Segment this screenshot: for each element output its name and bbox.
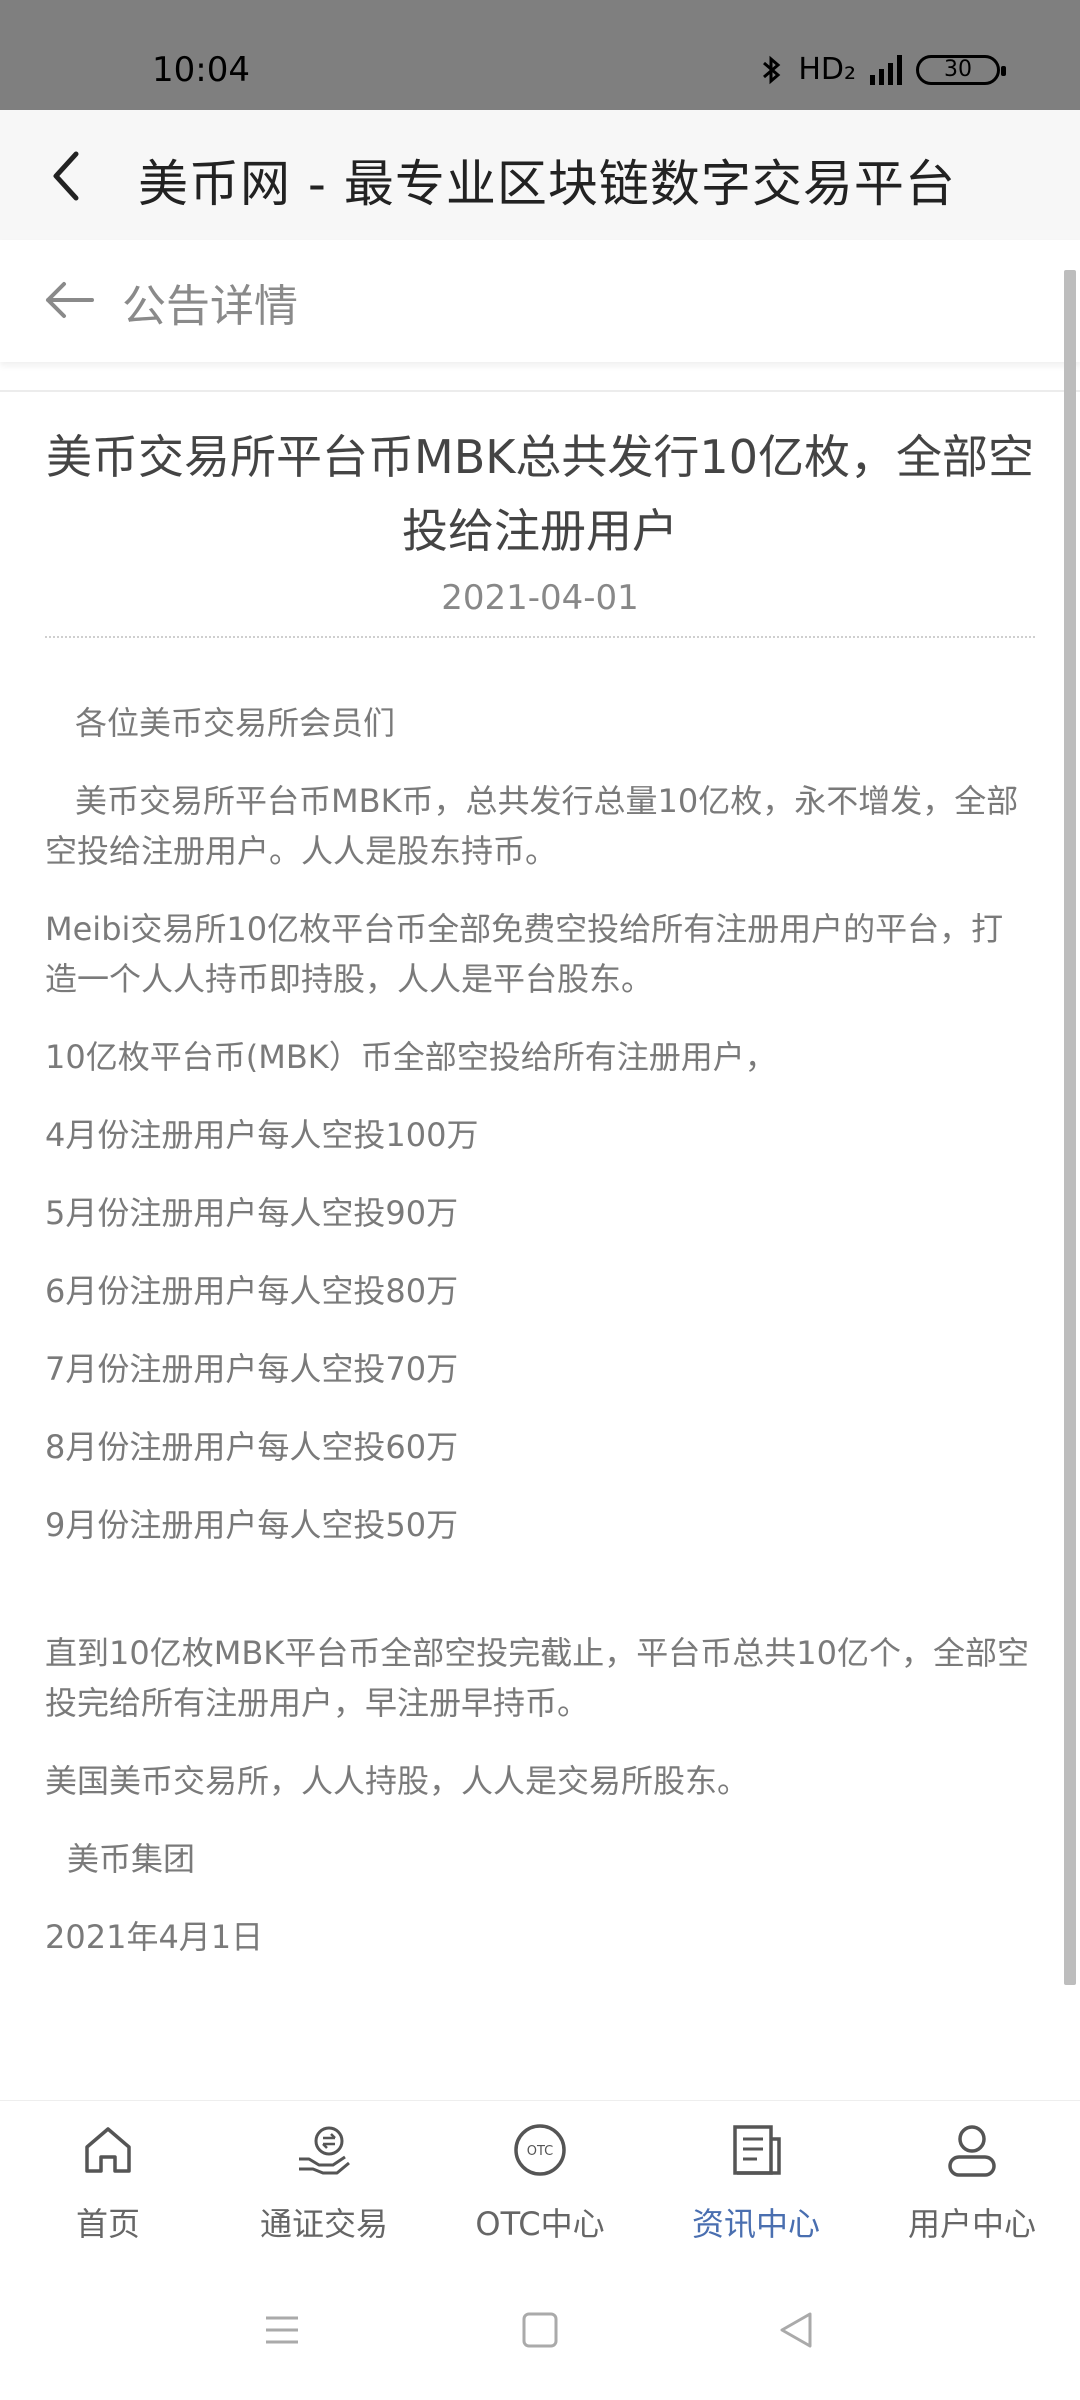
paragraph: Meibi交易所10亿枚平台币全部免费空投给所有注册用户的平台，打造一个人人持币…	[45, 910, 1004, 998]
paragraph: 美币交易所平台币MBK币，总共发行总量10亿枚，永不增发，全部空投给注册用户。人…	[45, 782, 1019, 870]
paragraph: 9月份注册用户每人空投50万	[45, 1506, 459, 1544]
tab-trade[interactable]: 通证交易	[216, 2101, 432, 2261]
tab-trade-label: 通证交易	[259, 2205, 388, 2243]
paragraph: 各位美币交易所会员们	[75, 704, 396, 742]
divider	[0, 390, 1080, 392]
dotted-divider	[45, 636, 1035, 638]
paragraph: 5月份注册用户每人空投90万	[45, 1194, 459, 1232]
home-icon	[85, 2127, 131, 2173]
paragraph: 10亿枚平台币(MBK）币全部空投给所有注册用户，	[45, 1038, 777, 1076]
tab-news-label: 资讯中心	[691, 2205, 820, 2243]
paragraph: 直到10亿枚MBK平台币全部空投完截止，平台币总共10亿个，全部空投完给所有注册…	[45, 1634, 1029, 1722]
tab-news[interactable]: 资讯中心	[648, 2101, 864, 2261]
paragraph: 2021年4月1日	[45, 1918, 264, 1956]
paragraph: 7月份注册用户每人空投70万	[45, 1350, 459, 1388]
tab-home[interactable]: 首页	[0, 2101, 216, 2261]
article-body: 各位美币交易所会员们 美币交易所平台币MBK币，总共发行总量10亿枚，永不增发，…	[45, 698, 1035, 1962]
tab-otc-label: OTC中心	[475, 2205, 605, 2243]
paragraph: 8月份注册用户每人空投60万	[45, 1428, 459, 1466]
paragraph: 4月份注册用户每人空投100万	[45, 1116, 479, 1154]
otc-coin-icon: OTC	[514, 2124, 566, 2176]
sub-header-title: 公告详情	[122, 281, 298, 332]
paragraph: 6月份注册用户每人空投80万	[45, 1272, 459, 1310]
signal-icon	[870, 54, 902, 85]
paragraph: 美国美币交易所，人人持股，人人是交易所股东。	[45, 1762, 750, 1800]
tab-home-label: 首页	[75, 2205, 140, 2243]
battery-level: 30	[944, 57, 972, 82]
battery-icon: 30	[916, 54, 1006, 85]
app-bar: 美币网 - 最专业区块链数字交易平台	[0, 110, 1080, 240]
scrollbar[interactable]	[1064, 270, 1076, 1985]
paragraph: 美币集团	[67, 1840, 196, 1878]
tab-user[interactable]: 用户中心	[864, 2101, 1080, 2261]
article-headline: 美币交易所平台币MBK总共发行10亿枚，全部空投给注册用户	[46, 430, 1034, 558]
status-time: 10:04	[152, 50, 250, 90]
article-date: 2021-04-01	[441, 578, 639, 618]
menu-icon[interactable]	[262, 2310, 302, 2350]
exchange-hand-icon	[299, 2126, 350, 2175]
back-arrow-icon[interactable]	[40, 270, 100, 330]
status-bar: 10:04 HD₂ 30	[0, 0, 1080, 110]
sub-header: 公告详情	[0, 240, 1080, 362]
bottom-tab-bar: 首页 通证交易 OTC OTC中心 资讯中心 用户中心	[0, 2100, 1080, 2261]
status-icons: HD₂ 30	[760, 52, 1006, 87]
back-chevron-icon[interactable]	[40, 146, 100, 206]
user-icon	[948, 2125, 996, 2177]
tab-user-label: 用户中心	[907, 2205, 1036, 2243]
bluetooth-icon	[763, 55, 781, 84]
back-triangle-icon[interactable]	[776, 2310, 816, 2350]
app-title: 美币网 - 最专业区块链数字交易平台	[138, 155, 956, 213]
otc-icon-text: OTC	[527, 2144, 554, 2159]
network-label: HD₂	[798, 52, 856, 87]
article: 美币交易所平台币MBK总共发行10亿枚，全部空投给注册用户 2021-04-01…	[45, 420, 1035, 1990]
system-nav-bar	[0, 2260, 1080, 2400]
home-square-icon[interactable]	[520, 2310, 560, 2350]
news-icon	[733, 2125, 781, 2175]
tab-otc[interactable]: OTC OTC中心	[432, 2101, 648, 2261]
